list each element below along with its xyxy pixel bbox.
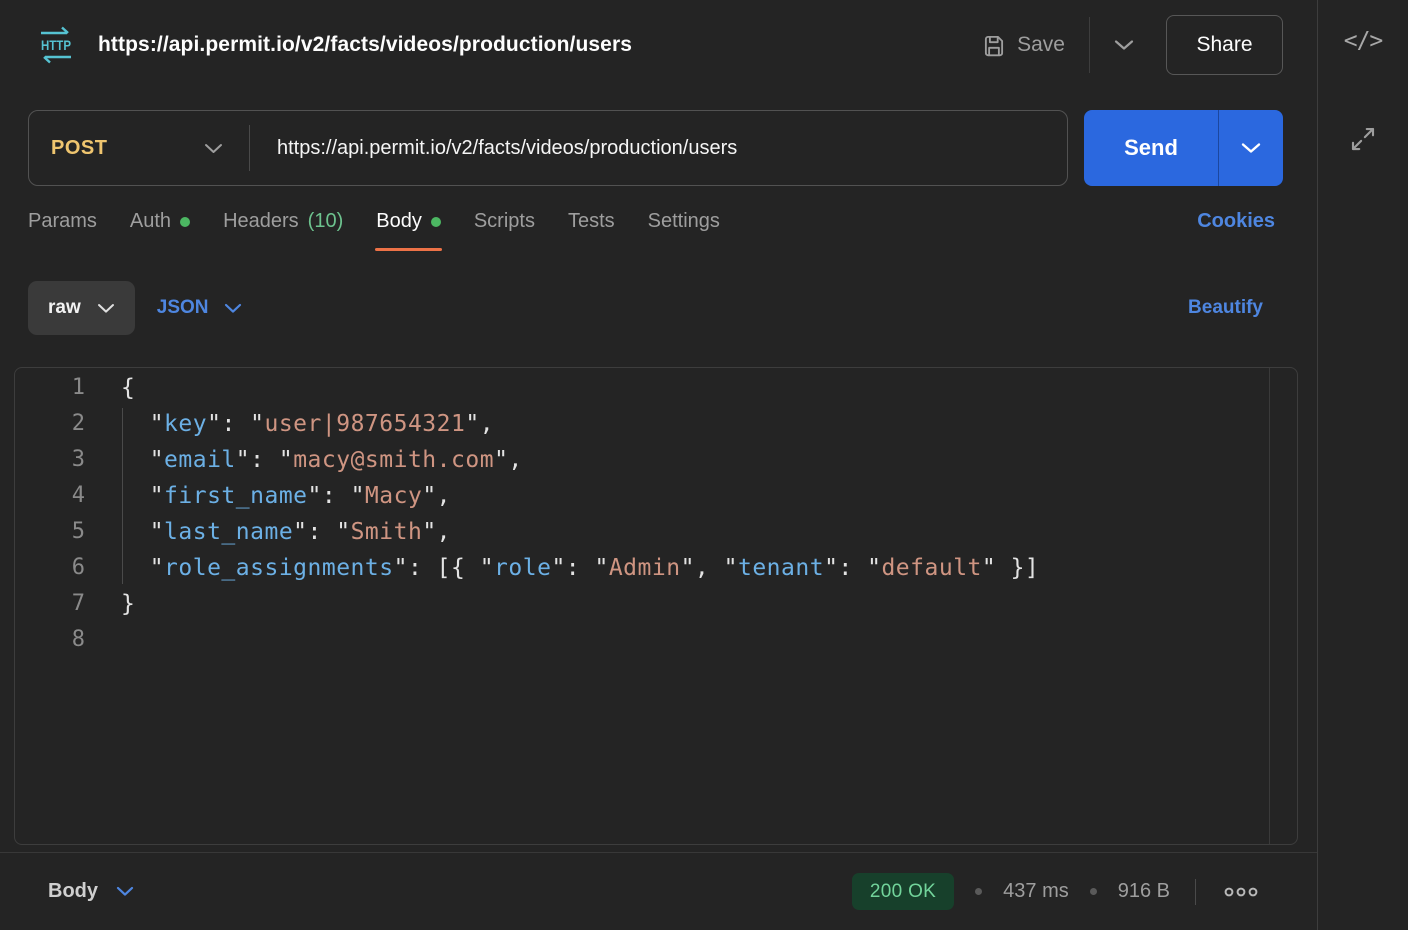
code-editor-lines: 1{2 "key": "user|987654321",3 "email": "… <box>15 370 1297 658</box>
save-label: Save <box>1017 33 1065 57</box>
response-pane-select[interactable]: Body <box>48 880 134 903</box>
tab-label: Auth <box>130 210 171 233</box>
meta-separator-dot <box>975 888 982 895</box>
send-button[interactable]: Send <box>1084 110 1218 186</box>
code-line[interactable]: 8 <box>15 622 1297 658</box>
body-language-label: JSON <box>157 297 209 319</box>
code-text: "key": "user|987654321", <box>121 406 494 442</box>
header-actions: Save Share <box>981 15 1283 75</box>
code-text: "email": "macy@smith.com", <box>121 442 523 478</box>
status-badge[interactable]: 200 OK <box>852 873 954 910</box>
body-language-caret-icon <box>224 303 242 314</box>
code-line[interactable]: 1{ <box>15 370 1297 406</box>
header-divider <box>1089 17 1090 73</box>
body-format-select[interactable]: raw <box>28 281 135 335</box>
tab-settings[interactable]: Settings <box>648 210 720 251</box>
line-number: 2 <box>15 406 85 442</box>
tab-count: (10) <box>308 210 344 233</box>
line-number: 3 <box>15 442 85 478</box>
response-time: 437 ms <box>1003 880 1069 903</box>
line-number: 6 <box>15 550 85 586</box>
indent-guide <box>122 408 123 584</box>
cookies-link[interactable]: Cookies <box>1197 210 1275 233</box>
tab-status-dot <box>180 217 190 227</box>
response-meta: 200 OK 437 ms 916 B <box>852 873 1261 910</box>
response-footer: Body 200 OK 437 ms 916 B <box>0 852 1317 930</box>
tab-label: Settings <box>648 210 720 233</box>
line-number: 1 <box>15 370 85 406</box>
more-options-button[interactable] <box>1221 882 1261 902</box>
right-sidebar: </> <box>1317 0 1408 930</box>
http-request-icon: HTTP <box>36 25 76 65</box>
method-select[interactable]: POST <box>29 111 249 185</box>
code-line[interactable]: 5 "last_name": "Smith", <box>15 514 1297 550</box>
meta-divider <box>1195 879 1196 905</box>
method-label: POST <box>51 137 107 160</box>
code-line[interactable]: 6 "role_assignments": [{ "role": "Admin"… <box>15 550 1297 586</box>
code-line[interactable]: 3 "email": "macy@smith.com", <box>15 442 1297 478</box>
url-input[interactable] <box>250 137 1067 160</box>
save-button[interactable]: Save <box>981 32 1065 58</box>
tab-auth[interactable]: Auth <box>130 210 190 251</box>
code-editor[interactable]: 1{2 "key": "user|987654321",3 "email": "… <box>14 367 1298 845</box>
save-options-caret[interactable] <box>1104 33 1144 57</box>
code-line[interactable]: 2 "key": "user|987654321", <box>15 406 1297 442</box>
tab-label: Params <box>28 210 97 233</box>
send-button-group: Send <box>1084 110 1283 186</box>
code-line[interactable]: 4 "first_name": "Macy", <box>15 478 1297 514</box>
expand-panel-icon[interactable] <box>1348 124 1378 154</box>
tab-headers[interactable]: Headers (10) <box>223 210 343 251</box>
body-format-label: raw <box>48 297 81 319</box>
code-text: "first_name": "Macy", <box>121 478 451 514</box>
tab-body[interactable]: Body <box>376 210 441 251</box>
send-options-caret[interactable] <box>1218 110 1283 186</box>
code-text: "last_name": "Smith", <box>121 514 451 550</box>
tab-label: Headers <box>223 210 299 233</box>
code-text: } <box>121 586 135 622</box>
tab-label: Scripts <box>474 210 535 233</box>
code-text: { <box>121 370 135 406</box>
line-number: 8 <box>15 622 85 658</box>
code-text: "role_assignments": [{ "role": "Admin", … <box>121 550 1039 586</box>
beautify-link[interactable]: Beautify <box>1188 297 1263 319</box>
tabs-row: Params Auth Headers (10) Body Scripts Tests Set… <box>0 210 1317 267</box>
line-number: 5 <box>15 514 85 550</box>
line-number: 7 <box>15 586 85 622</box>
tab-scripts[interactable]: Scripts <box>474 210 535 251</box>
tab-params[interactable]: Params <box>28 210 97 251</box>
response-pane-caret-icon <box>116 886 134 897</box>
tab-label: Tests <box>568 210 615 233</box>
response-pane-label: Body <box>48 880 98 903</box>
method-caret-icon <box>204 143 223 154</box>
main-column: HTTP https://api.permit.io/v2/facts/vide… <box>0 0 1317 930</box>
http-icon-label: HTTP <box>40 37 73 53</box>
tab-status-dot <box>431 217 441 227</box>
request-header: HTTP https://api.permit.io/v2/facts/vide… <box>0 0 1317 90</box>
url-box: POST <box>28 110 1068 186</box>
api-client-app: HTTP https://api.permit.io/v2/facts/vide… <box>0 0 1408 930</box>
code-line[interactable]: 7} <box>15 586 1297 622</box>
request-tabs: Params Auth Headers (10) Body Scripts Tests Set… <box>28 210 720 251</box>
editor-scrollbar-track[interactable] <box>1269 368 1270 844</box>
tab-tests[interactable]: Tests <box>568 210 615 251</box>
request-title: https://api.permit.io/v2/facts/videos/pr… <box>98 33 632 57</box>
response-size: 916 B <box>1118 880 1170 903</box>
code-snippet-icon[interactable]: </> <box>1344 28 1383 54</box>
body-toolbar: raw JSON Beautify <box>0 281 1317 335</box>
share-button[interactable]: Share <box>1166 15 1283 75</box>
line-number: 4 <box>15 478 85 514</box>
request-row: POST Send <box>28 110 1289 186</box>
meta-separator-dot <box>1090 888 1097 895</box>
save-icon <box>981 32 1007 58</box>
body-language-select[interactable]: JSON <box>157 297 242 319</box>
body-format-caret-icon <box>97 303 115 314</box>
tab-label: Body <box>376 210 422 233</box>
